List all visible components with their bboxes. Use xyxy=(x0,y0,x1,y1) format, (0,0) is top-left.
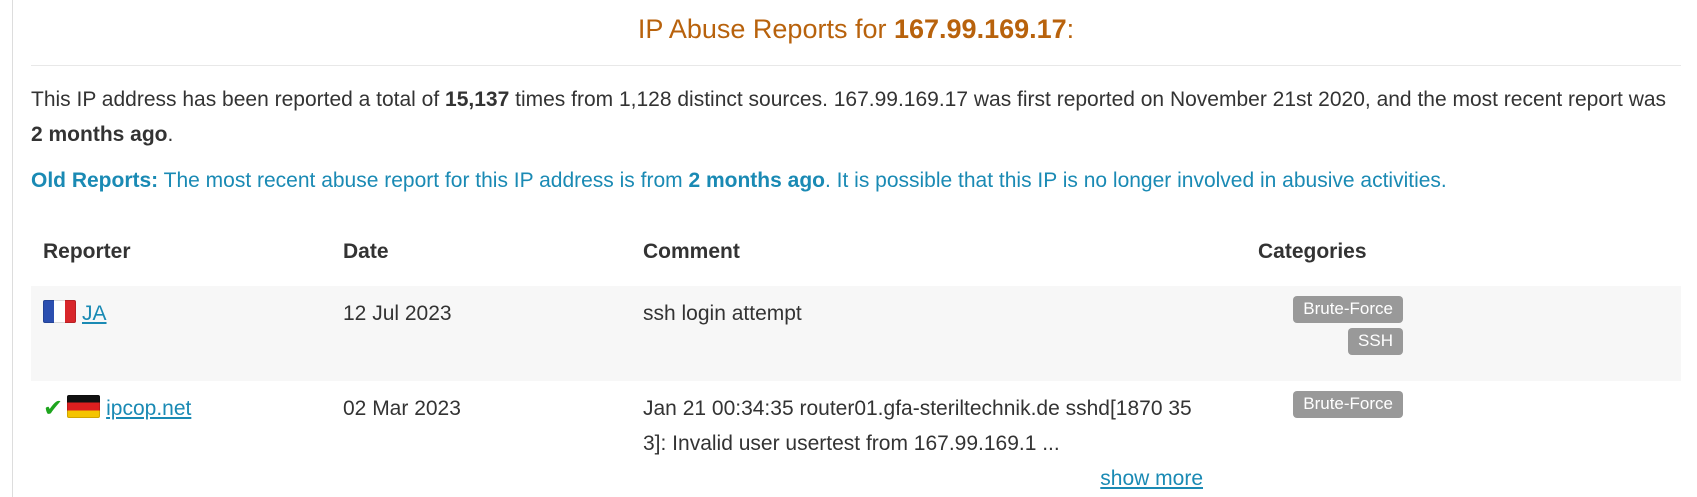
title-ip: 167.99.169.17 xyxy=(893,14,1067,44)
header-reporter: Reporter xyxy=(43,240,131,263)
header-categories: Categories xyxy=(1258,240,1367,263)
flag-france-icon xyxy=(43,300,76,323)
table-row: JA 12 Jul 2023 ssh login attempt Brute-F… xyxy=(31,286,1681,381)
show-more-link[interactable]: show more xyxy=(1100,461,1203,496)
date-cell: 02 Mar 2023 xyxy=(343,397,461,420)
summary-text-2: times from 1,128 distinct sources. 167.9… xyxy=(509,88,1667,111)
category-badge[interactable]: Brute-Force xyxy=(1293,391,1403,418)
reporter-link[interactable]: JA xyxy=(82,302,107,325)
old-reports-text-2: . It is possible that this IP is no long… xyxy=(824,169,1447,192)
category-badge[interactable]: SSH xyxy=(1348,328,1403,355)
old-reports-recent: 2 months ago xyxy=(688,169,825,192)
title-suffix: : xyxy=(1066,14,1075,44)
verified-check-icon: ✔ xyxy=(43,395,64,422)
flag-germany-icon xyxy=(67,395,101,418)
category-badge[interactable]: Brute-Force xyxy=(1293,296,1403,323)
comment-cell: ssh login attempt xyxy=(643,302,802,325)
title-divider xyxy=(31,65,1681,66)
old-reports-text-1: The most recent abuse report for this IP… xyxy=(158,169,689,192)
summary-total: 15,137 xyxy=(445,88,510,111)
categories-cell: Brute-Force SSH xyxy=(1261,296,1403,360)
old-reports-notice: Old Reports: The most recent abuse repor… xyxy=(31,166,1691,196)
title-prefix: IP Abuse Reports for xyxy=(637,14,894,44)
comment-text: Jan 21 00:34:35 router01.gfa-steriltechn… xyxy=(643,397,1192,455)
abuse-reports-panel: IP Abuse Reports for 167.99.169.17: This… xyxy=(12,0,1697,497)
categories-cell: Brute-Force xyxy=(1261,391,1403,423)
page-title: IP Abuse Reports for 167.99.169.17: xyxy=(31,14,1681,45)
reporter-cell: ✔ ipcop.net xyxy=(43,391,191,426)
reports-table-header: Reporter Date Comment Categories xyxy=(31,236,1681,286)
header-date: Date xyxy=(343,240,389,263)
date-cell: 12 Jul 2023 xyxy=(343,302,452,325)
summary-text-1: This IP address has been reported a tota… xyxy=(31,88,446,111)
header-comment: Comment xyxy=(643,240,740,263)
reporter-link[interactable]: ipcop.net xyxy=(106,397,191,420)
table-row: ✔ ipcop.net 02 Mar 2023 Jan 21 00:34:35 r… xyxy=(31,381,1681,497)
reporter-cell: JA xyxy=(43,296,107,331)
old-reports-label: Old Reports: xyxy=(31,169,159,192)
report-summary: This IP address has been reported a tota… xyxy=(31,82,1681,152)
summary-recent: 2 months ago xyxy=(31,123,168,146)
comment-cell: Jan 21 00:34:35 router01.gfa-steriltechn… xyxy=(643,391,1203,491)
summary-text-3: . xyxy=(167,123,174,146)
